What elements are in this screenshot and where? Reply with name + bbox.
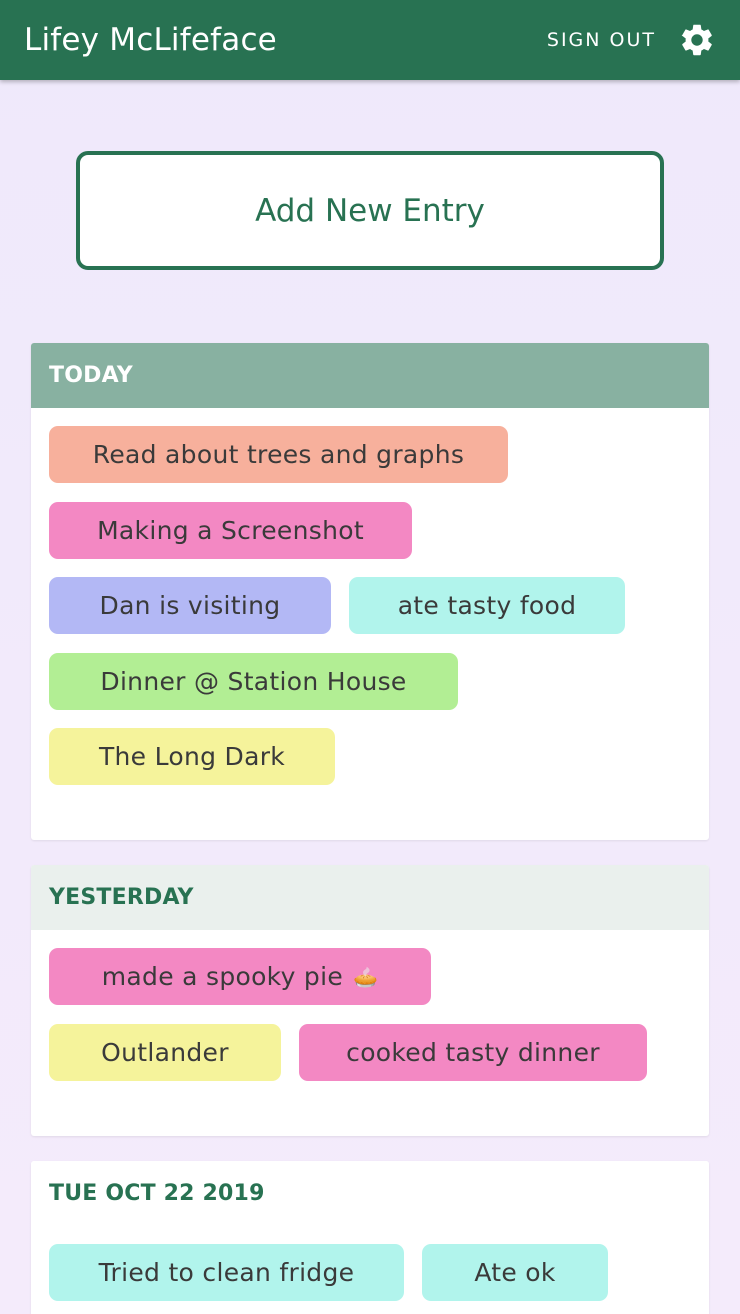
- day-header: TUE OCT 22 2019: [31, 1161, 709, 1226]
- entry-chip[interactable]: Outlander: [49, 1023, 281, 1081]
- app-title: Lifey McLifeface: [24, 22, 277, 58]
- entry-chip[interactable]: Dinner @ Station House: [49, 652, 458, 710]
- entry-chip[interactable]: The Long Dark: [49, 728, 335, 785]
- entry-chip[interactable]: cooked tasty dinner: [299, 1023, 647, 1081]
- entry-chip[interactable]: ate tasty food: [349, 577, 625, 634]
- day-header: YESTERDAY: [31, 865, 709, 930]
- app-bar: Lifey McLifeface SIGN OUT: [0, 0, 740, 80]
- add-new-entry-button[interactable]: Add New Entry: [76, 151, 664, 270]
- day-card-yesterday: YESTERDAY made a spooky pie 🥧 Outlander …: [31, 865, 709, 1136]
- entry-chip[interactable]: made a spooky pie 🥧: [49, 948, 431, 1005]
- entry-chip[interactable]: Making a Screenshot: [49, 501, 412, 559]
- entry-chip[interactable]: Tried to clean fridge: [49, 1244, 404, 1301]
- sign-out-button[interactable]: SIGN OUT: [547, 29, 656, 51]
- entry-list: made a spooky pie 🥧 Outlander cooked tas…: [31, 930, 709, 1081]
- pie-icon: 🥧: [353, 964, 379, 989]
- entry-list: Read about trees and graphs Making a Scr…: [31, 408, 709, 785]
- entry-list: Tried to clean fridge Ate ok: [31, 1226, 709, 1301]
- entry-chip[interactable]: Dan is visiting: [49, 577, 331, 634]
- day-card-date: TUE OCT 22 2019 Tried to clean fridge At…: [31, 1161, 709, 1314]
- entry-chip[interactable]: Read about trees and graphs: [49, 426, 508, 483]
- entry-chip-label: made a spooky pie: [101, 962, 344, 991]
- gear-icon[interactable]: [678, 21, 716, 59]
- entry-chip[interactable]: Ate ok: [422, 1244, 608, 1301]
- day-card-today: TODAY Read about trees and graphs Making…: [31, 343, 709, 840]
- day-header: TODAY: [31, 343, 709, 408]
